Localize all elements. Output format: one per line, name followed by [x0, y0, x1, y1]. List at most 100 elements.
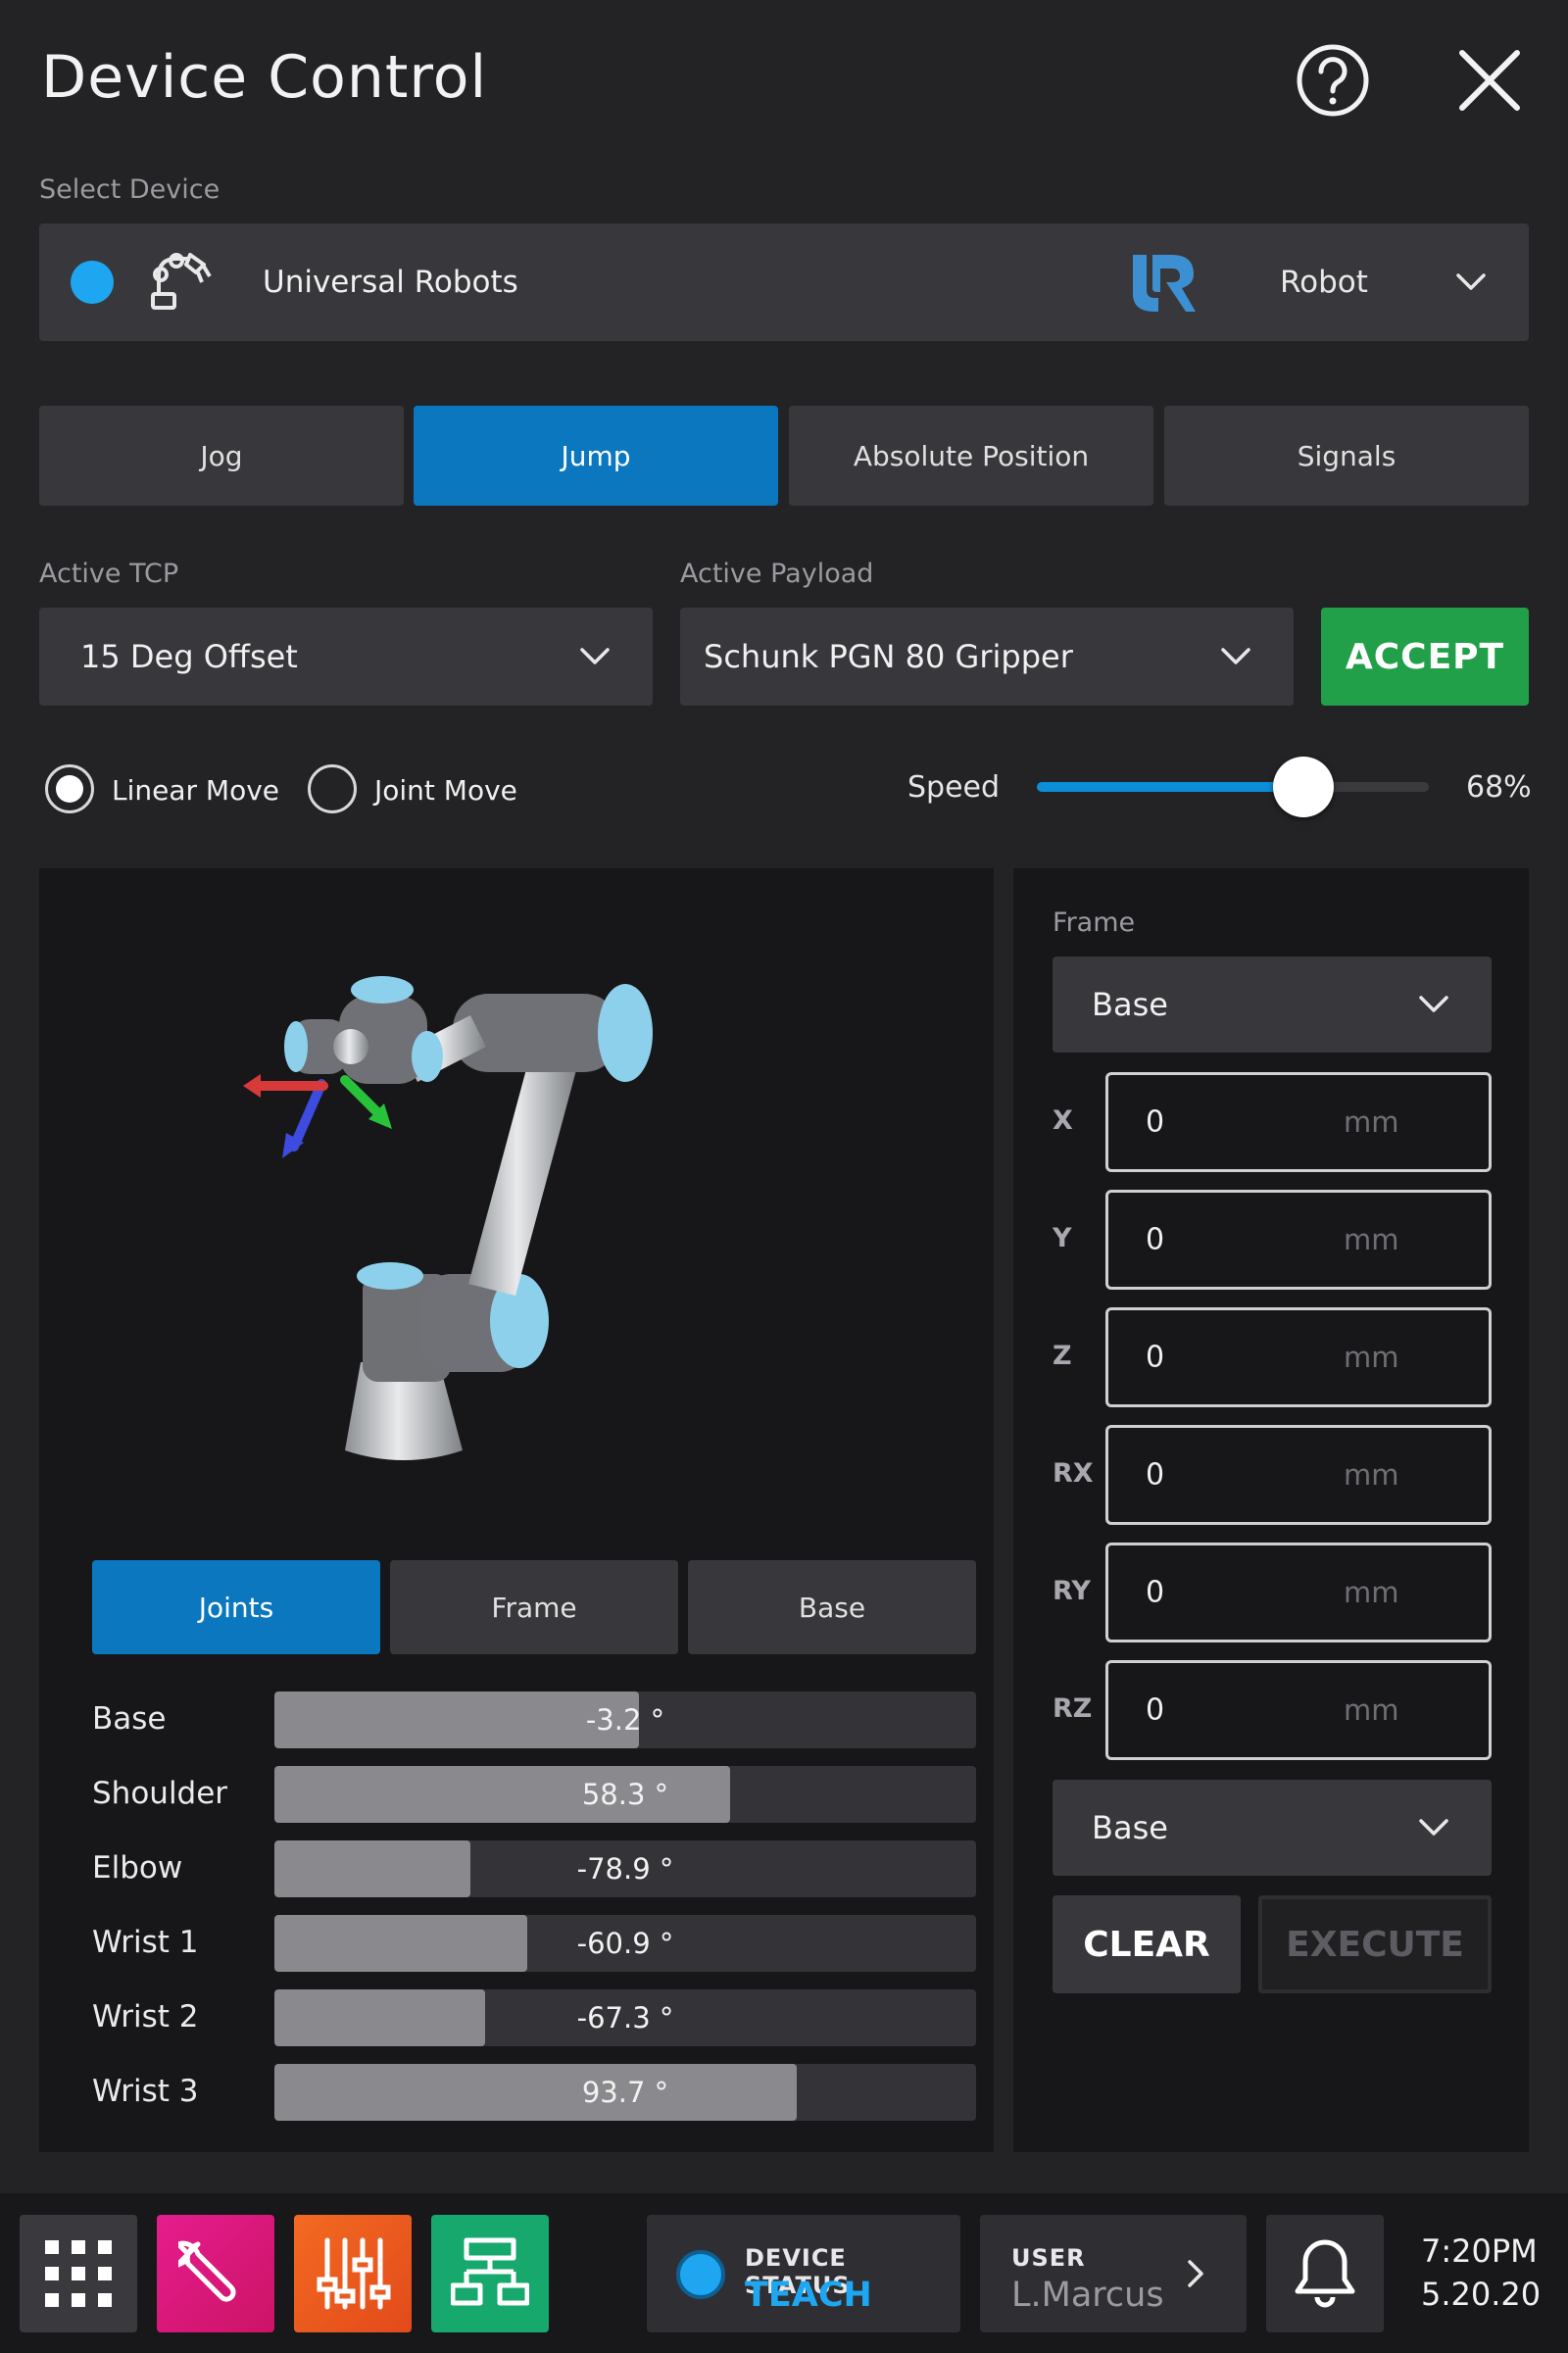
coord-axis-label: RX — [1053, 1458, 1094, 1489]
joint-label: Elbow — [92, 1850, 183, 1886]
clear-button[interactable]: CLEAR — [1053, 1895, 1241, 1993]
select-device-label: Select Device — [39, 174, 220, 205]
robot-arm-icon — [151, 253, 212, 310]
speed-label: Speed — [907, 770, 1001, 805]
joint-bar[interactable]: -60.9 ° — [274, 1915, 976, 1972]
chevron-right-icon — [1188, 2260, 1203, 2287]
settings-sliders-button[interactable] — [294, 2215, 412, 2332]
sliders-icon — [317, 2237, 391, 2310]
coord-value: 0 — [1146, 1222, 1165, 1257]
speed-slider-track[interactable] — [1037, 757, 1429, 817]
joint-value: -67.3 ° — [576, 2001, 674, 2034]
active-tcp-label: Active TCP — [39, 559, 179, 589]
speed-slider-thumb[interactable] — [1273, 757, 1334, 817]
joint-move-radio[interactable] — [308, 764, 357, 813]
coord-input-z[interactable]: 0 mm — [1105, 1307, 1492, 1407]
coord-input-ry[interactable]: 0 mm — [1105, 1543, 1492, 1642]
tab-jog[interactable]: Jog — [39, 406, 404, 506]
notifications-button[interactable] — [1266, 2215, 1384, 2332]
tab-signals[interactable]: Signals — [1164, 406, 1529, 506]
coord-axis-label: RY — [1053, 1576, 1091, 1606]
network-button[interactable] — [431, 2215, 549, 2332]
tools-button[interactable] — [157, 2215, 274, 2332]
view-tab-frame[interactable]: Frame — [390, 1560, 678, 1654]
joint-move-label: Joint Move — [374, 774, 517, 807]
coord-unit: mm — [1344, 1105, 1399, 1139]
frame-value: Base — [1092, 986, 1168, 1023]
user-name: L.Marcus — [1011, 2276, 1164, 2315]
chevron-down-icon — [580, 648, 610, 664]
linear-move-label: Linear Move — [112, 774, 280, 807]
device-status-card[interactable]: DEVICE STATUS TEACH — [647, 2215, 960, 2332]
chevron-down-icon — [1221, 648, 1250, 664]
joint-bar[interactable]: 93.7 ° — [274, 2064, 976, 2121]
wrench-icon — [178, 2240, 236, 2302]
linear-move-radio[interactable] — [45, 764, 94, 813]
tcp-dropdown[interactable]: 15 Deg Offset — [39, 608, 653, 706]
joint-bar[interactable]: -3.2 ° — [274, 1691, 976, 1748]
clock-date: 5.20.20 — [1421, 2276, 1542, 2313]
coord-axis-label: RZ — [1053, 1693, 1093, 1724]
coord-value: 0 — [1146, 1692, 1165, 1728]
tab-absolute-position[interactable]: Absolute Position — [789, 406, 1153, 506]
coord-unit: mm — [1344, 1458, 1399, 1492]
ur-logo-icon — [1133, 255, 1196, 312]
frame-label: Frame — [1053, 907, 1136, 938]
device-status-value: TEACH — [745, 2276, 872, 2315]
joint-bar[interactable]: 58.3 ° — [274, 1766, 976, 1823]
apps-grid-button[interactable] — [20, 2215, 137, 2332]
payload-dropdown[interactable]: Schunk PGN 80 Gripper — [680, 608, 1294, 706]
joint-label: Wrist 1 — [92, 1925, 199, 1960]
reference-frame-dropdown[interactable]: Base — [1053, 1780, 1492, 1876]
accept-button[interactable]: ACCEPT — [1321, 608, 1529, 706]
reference-frame-value: Base — [1092, 1809, 1168, 1846]
device-status-indicator — [676, 2250, 725, 2299]
coord-input-y[interactable]: 0 mm — [1105, 1190, 1492, 1290]
clock-time: 7:20PM — [1421, 2232, 1538, 2270]
speed-slider-fill — [1037, 782, 1303, 792]
device-type: Robot — [1280, 265, 1368, 300]
coord-unit: mm — [1344, 1223, 1399, 1256]
joint-bar[interactable]: -78.9 ° — [274, 1840, 976, 1897]
speed-value: 68% — [1466, 770, 1532, 805]
device-status-dot — [71, 261, 114, 304]
coord-unit: mm — [1344, 1341, 1399, 1374]
coord-input-x[interactable]: 0 mm — [1105, 1072, 1492, 1172]
user-label: USER — [1011, 2244, 1086, 2272]
device-selector[interactable]: Universal Robots Robot — [39, 223, 1529, 341]
tcp-value: 15 Deg Offset — [80, 638, 298, 675]
payload-value: Schunk PGN 80 Gripper — [704, 638, 1073, 675]
chevron-down-icon — [1419, 996, 1448, 1012]
joint-value: 93.7 ° — [581, 2076, 669, 2109]
coord-value: 0 — [1146, 1104, 1165, 1140]
chevron-down-icon — [1419, 1819, 1448, 1836]
view-tab-base[interactable]: Base — [688, 1560, 976, 1654]
user-card[interactable]: USER L.Marcus — [980, 2215, 1247, 2332]
joint-value: -78.9 ° — [576, 1852, 674, 1886]
joint-value: -3.2 ° — [585, 1703, 665, 1737]
close-icon[interactable] — [1448, 39, 1531, 122]
help-circle-icon[interactable] — [1292, 39, 1374, 122]
joint-label: Wrist 2 — [92, 1999, 199, 2034]
chevron-down-icon — [1456, 273, 1486, 290]
coord-input-rx[interactable]: 0 mm — [1105, 1425, 1492, 1525]
grid-icon — [45, 2240, 112, 2307]
joint-label: Base — [92, 1701, 167, 1737]
joint-bar[interactable]: -67.3 ° — [274, 1989, 976, 2046]
robot-3d-model[interactable] — [235, 941, 666, 1490]
execute-button[interactable]: EXECUTE — [1258, 1895, 1492, 1993]
device-name: Universal Robots — [263, 265, 518, 300]
network-icon — [451, 2237, 529, 2306]
joint-label: Wrist 3 — [92, 2074, 199, 2109]
view-tab-joints[interactable]: Joints — [92, 1560, 380, 1654]
joint-value: 58.3 ° — [581, 1778, 669, 1811]
coord-value: 0 — [1146, 1457, 1165, 1493]
coord-axis-label: Y — [1053, 1223, 1072, 1253]
frame-dropdown[interactable]: Base — [1053, 956, 1492, 1053]
coord-value: 0 — [1146, 1340, 1165, 1375]
joint-value: -60.9 ° — [576, 1927, 674, 1960]
coord-input-rz[interactable]: 0 mm — [1105, 1660, 1492, 1760]
coord-unit: mm — [1344, 1693, 1399, 1727]
bell-icon — [1295, 2239, 1355, 2308]
tab-jump[interactable]: Jump — [414, 406, 778, 506]
